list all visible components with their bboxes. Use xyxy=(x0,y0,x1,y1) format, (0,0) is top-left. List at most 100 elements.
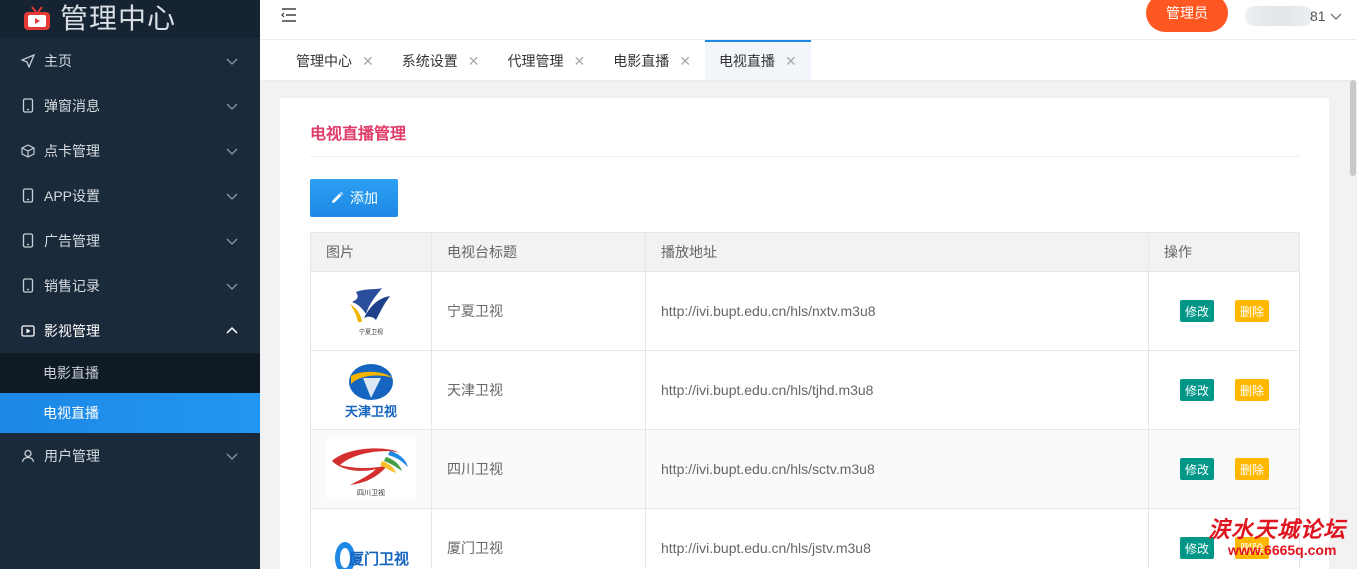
column-header: 操作 xyxy=(1148,232,1300,272)
sidebar-item-app-settings[interactable]: APP设置 xyxy=(0,173,260,218)
column-header: 图片 xyxy=(310,232,432,272)
chevron-down-icon xyxy=(226,238,238,245)
chevron-down-icon xyxy=(226,148,238,155)
column-header: 电视台标题 xyxy=(431,232,646,272)
sidebar-item-video[interactable]: 影视管理 xyxy=(0,308,260,353)
tab-label: 电影直播 xyxy=(613,53,670,69)
tab-admin-center[interactable]: 管理中心 ✕ xyxy=(282,40,388,80)
add-button[interactable]: 添加 xyxy=(310,179,398,217)
actions-cell: 修改 删除 xyxy=(1148,429,1300,509)
chevron-down-icon xyxy=(226,58,238,65)
top-header: 管理员 81 xyxy=(260,0,1357,40)
edit-button[interactable]: 修改 xyxy=(1180,379,1215,401)
sidebar-subitem-tv-live[interactable]: 电视直播 xyxy=(0,393,260,433)
chevron-down-icon xyxy=(1330,13,1342,20)
page-title: 电视直播管理 xyxy=(310,126,407,143)
scrollbar-thumb[interactable] xyxy=(1350,80,1356,176)
sidebar-item-label: 用户管理 xyxy=(44,447,100,464)
watermark-text: 涙水天城论坛 xyxy=(1208,517,1347,543)
sidebar-item-popup-messages[interactable]: 弹窗消息 xyxy=(0,83,260,128)
chevron-down-icon xyxy=(226,453,238,460)
logo-caption: 宁夏卫视 xyxy=(359,328,383,336)
channel-url: http://ivi.bupt.edu.cn/hls/nxtv.m3u8 xyxy=(645,271,1149,351)
user-icon xyxy=(20,448,36,464)
actions-cell: 修改 删除 xyxy=(1148,350,1300,430)
channel-title: 宁夏卫视 xyxy=(431,271,646,351)
phone-icon xyxy=(20,233,36,249)
chevron-up-icon xyxy=(226,326,238,334)
sidebar-item-cards[interactable]: 点卡管理 xyxy=(0,128,260,173)
delete-button[interactable]: 删除 xyxy=(1235,300,1270,322)
channel-url: http://ivi.bupt.edu.cn/hls/tjhd.m3u8 xyxy=(645,350,1149,430)
channel-table: 图片 电视台标题 播放地址 操作 宁夏卫视 宁夏卫视 http://ivi.bu… xyxy=(310,232,1300,569)
user-name: 81 xyxy=(1310,8,1326,24)
channel-url: http://ivi.bupt.edu.cn/hls/sctv.m3u8 xyxy=(645,429,1149,509)
admin-button-label: 管理员 xyxy=(1166,5,1208,21)
tv-logo-icon xyxy=(24,6,50,30)
table-row: 四川卫视 四川卫视 http://ivi.bupt.edu.cn/hls/sct… xyxy=(310,429,1300,509)
logo-cell: 天津卫视 xyxy=(310,350,432,430)
table-header-row: 图片 电视台标题 播放地址 操作 xyxy=(310,232,1300,272)
sidebar-subitem-label: 电影直播 xyxy=(43,365,99,381)
logo-caption: 厦门卫视 xyxy=(349,550,409,568)
brand[interactable]: 管理中心 xyxy=(0,0,260,38)
tab-agent-management[interactable]: 代理管理 ✕ xyxy=(493,40,599,80)
avatar xyxy=(1245,6,1313,26)
video-icon xyxy=(20,323,36,339)
tab-system-settings[interactable]: 系统设置 ✕ xyxy=(388,40,494,80)
add-button-label: 添加 xyxy=(350,190,378,206)
xiamen-logo-icon: 厦门卫视 xyxy=(335,542,409,569)
close-icon[interactable]: ✕ xyxy=(679,53,691,70)
close-icon[interactable]: ✕ xyxy=(468,53,480,70)
tab-tv-live[interactable]: 电视直播 ✕ xyxy=(704,40,811,80)
column-header: 播放地址 xyxy=(645,232,1149,272)
phone-icon xyxy=(20,98,36,114)
admin-button[interactable]: 管理员 xyxy=(1146,0,1228,32)
logo-caption: 天津卫视 xyxy=(345,404,397,420)
close-icon[interactable]: ✕ xyxy=(785,53,797,70)
sidebar-item-home[interactable]: 主页 xyxy=(0,38,260,83)
close-icon[interactable]: ✕ xyxy=(573,53,585,70)
sidebar-item-label: 主页 xyxy=(44,52,72,69)
tab-label: 系统设置 xyxy=(401,53,458,69)
channel-logo: 宁夏卫视 xyxy=(326,281,416,341)
tv-live-panel: 电视直播管理 添加 图片 电视台标题 播放地址 操作 宁夏卫视 宁夏卫视 htt… xyxy=(280,98,1329,569)
channel-title: 天津卫视 xyxy=(431,350,646,430)
channel-logo: 天津卫视 xyxy=(326,360,416,420)
menu-toggle-icon[interactable] xyxy=(280,6,300,24)
edit-button[interactable]: 修改 xyxy=(1180,300,1215,322)
sidebar-item-label: 影视管理 xyxy=(44,322,100,339)
channel-url: http://ivi.bupt.edu.cn/hls/jstv.m3u8 xyxy=(645,508,1149,569)
phone-icon xyxy=(20,188,36,204)
sidebar-item-label: 弹窗消息 xyxy=(44,97,100,114)
sidebar-item-label: APP设置 xyxy=(44,187,101,204)
tab-movie-live[interactable]: 电影直播 ✕ xyxy=(599,40,705,80)
delete-button[interactable]: 删除 xyxy=(1235,379,1270,401)
sidebar-item-users[interactable]: 用户管理 xyxy=(0,433,260,478)
sidebar-subitem-label: 电视直播 xyxy=(43,405,99,421)
channel-title: 四川卫视 xyxy=(431,429,646,509)
chevron-down-icon xyxy=(226,193,238,200)
sidebar-item-label: 销售记录 xyxy=(44,277,100,294)
watermark-url: www.6665q.com xyxy=(1228,542,1337,558)
sichuan-logo-icon: 四川卫视 xyxy=(332,448,408,497)
user-menu[interactable]: 81 xyxy=(1245,5,1342,27)
phone-icon xyxy=(20,278,36,294)
video-submenu: 电影直播 电视直播 xyxy=(0,353,260,433)
chevron-down-icon xyxy=(226,283,238,290)
edit-button[interactable]: 修改 xyxy=(1180,458,1215,480)
close-icon[interactable]: ✕ xyxy=(362,53,374,70)
table-row: 厦门卫视 厦门卫视 http://ivi.bupt.edu.cn/hls/jst… xyxy=(310,508,1300,569)
brand-title: 管理中心 xyxy=(60,3,177,34)
sidebar-subitem-movie-live[interactable]: 电影直播 xyxy=(0,353,260,393)
delete-button[interactable]: 删除 xyxy=(1235,458,1270,480)
sidebar-item-label: 广告管理 xyxy=(44,232,100,249)
ningxia-logo-icon: 宁夏卫视 xyxy=(350,288,390,336)
cube-icon xyxy=(20,143,36,159)
channel-logo: 厦门卫视 xyxy=(326,518,416,569)
watermark: 涙水天城论坛 www.6665q.com xyxy=(1208,512,1352,564)
sidebar-item-sales[interactable]: 销售记录 xyxy=(0,263,260,308)
logo-cell: 四川卫视 xyxy=(310,429,432,509)
table-row: 宁夏卫视 宁夏卫视 http://ivi.bupt.edu.cn/hls/nxt… xyxy=(310,271,1300,351)
sidebar-item-ads[interactable]: 广告管理 xyxy=(0,218,260,263)
